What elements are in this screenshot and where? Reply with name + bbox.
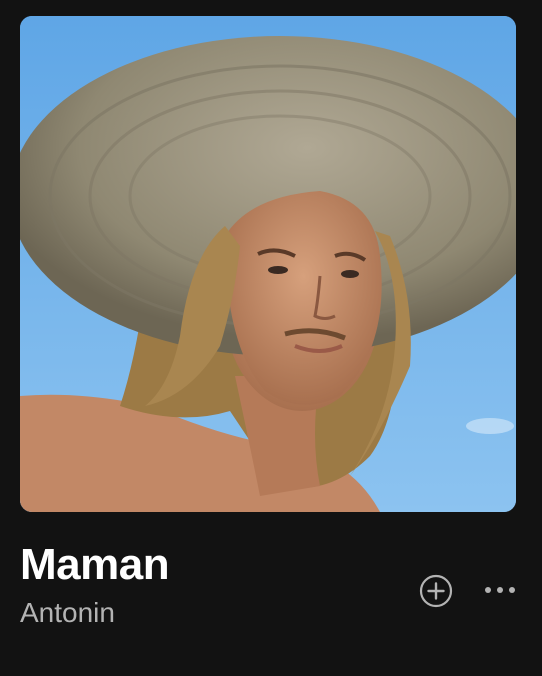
add-to-library-button[interactable] — [418, 573, 454, 609]
now-playing-card: Maman Antonin — [0, 0, 542, 676]
album-art-image — [20, 16, 516, 512]
album-art — [20, 16, 516, 512]
more-options-button[interactable] — [478, 574, 522, 606]
track-title[interactable]: Maman — [20, 538, 170, 592]
artist-name[interactable]: Antonin — [20, 595, 115, 631]
plus-circle-icon — [419, 574, 453, 608]
ellipsis-icon — [485, 587, 515, 593]
